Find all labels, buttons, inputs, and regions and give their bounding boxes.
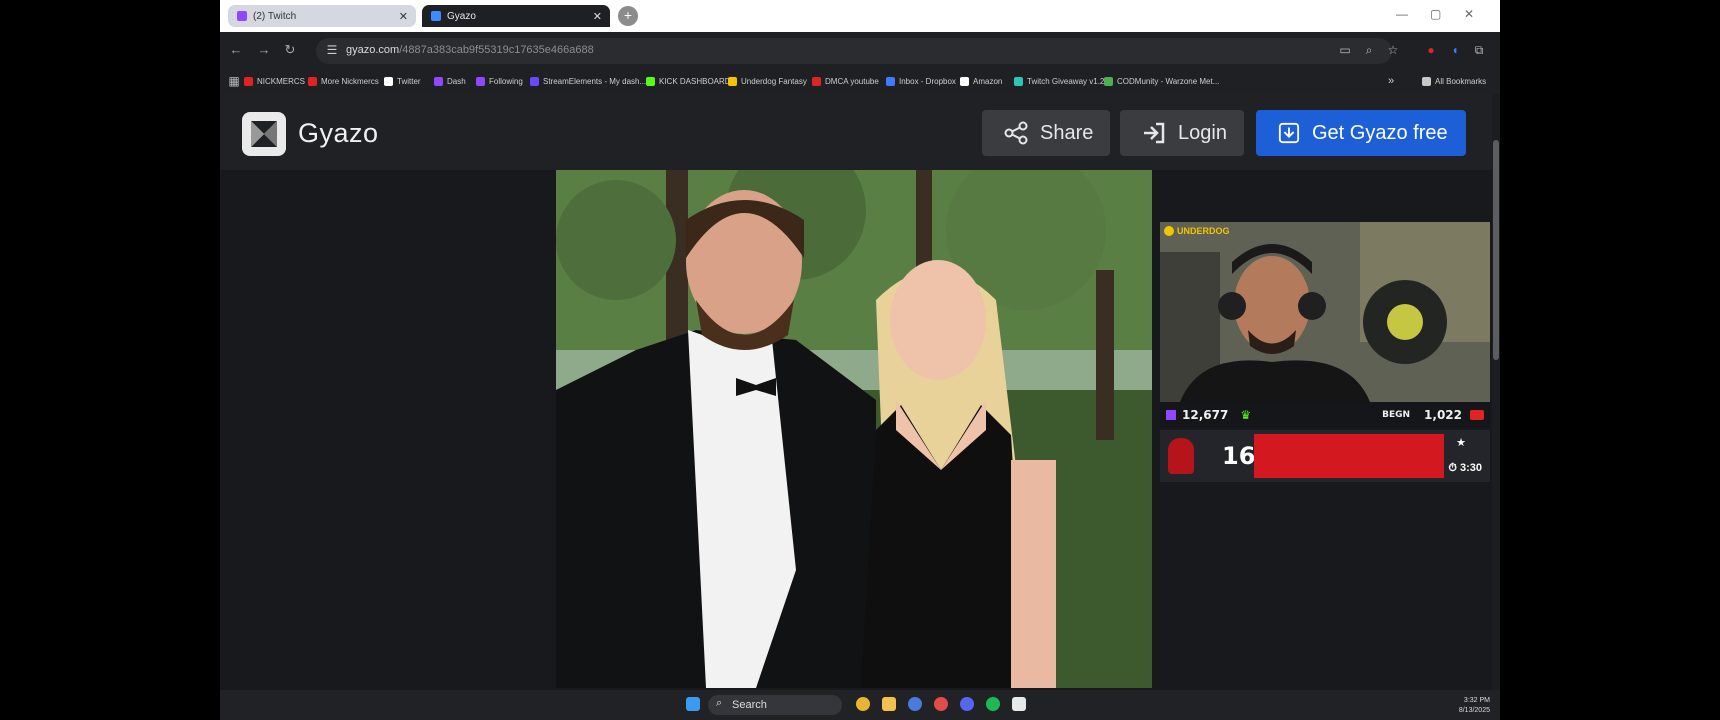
search-icon: ⌕: [716, 697, 723, 709]
all-bookmarks[interactable]: All Bookmarks: [1422, 74, 1486, 88]
bookmark-icon: [812, 76, 821, 86]
get-gyazo-button[interactable]: Get Gyazo free: [1256, 110, 1466, 156]
maximize-icon[interactable]: ▢: [1430, 7, 1441, 21]
spartan-helmet-icon: [1168, 438, 1194, 474]
close-window-icon[interactable]: ✕: [1464, 7, 1474, 21]
site-info-icon[interactable]: ☰: [324, 42, 340, 58]
underdog-icon: [1164, 226, 1174, 236]
document-icon[interactable]: [1012, 697, 1026, 711]
folder-icon: [1422, 76, 1431, 86]
discord-icon[interactable]: [960, 697, 974, 711]
more-bookmarks-icon[interactable]: »: [1388, 74, 1394, 88]
taskbar-clock[interactable]: 3:32 PM 8/13/2025: [1459, 696, 1490, 716]
gyazo-image[interactable]: [556, 170, 1152, 688]
alert-banner: [1254, 434, 1444, 478]
login-button[interactable]: Login: [1120, 110, 1244, 156]
share-icon: [1004, 121, 1028, 145]
bookmark-icon: [728, 76, 737, 86]
gyazo-logo-icon[interactable]: [242, 112, 286, 156]
address-url[interactable]: gyazo.com/4887a383cab9f55319c17635e466a6…: [346, 44, 594, 56]
bookmark-icon: [244, 76, 253, 86]
bookmark-item[interactable]: NICKMERCS: [244, 74, 305, 88]
extensions-icon[interactable]: ⧉: [1471, 42, 1487, 58]
bookmark-item[interactable]: Twitch Giveaway v1.2: [1014, 74, 1104, 88]
share-button[interactable]: Share: [982, 110, 1110, 156]
cast-icon[interactable]: ▭: [1337, 42, 1353, 58]
share-label: Share: [1040, 121, 1094, 144]
extension-red-icon[interactable]: ●: [1423, 42, 1439, 58]
bookmark-item[interactable]: Dash: [434, 74, 466, 88]
twitch-icon: [237, 11, 247, 21]
bookmark-item[interactable]: StreamElements - My dash...: [530, 74, 646, 88]
twitch-icon: [1166, 410, 1176, 420]
bookmark-icon: [1104, 76, 1113, 86]
alert-widget: 168 ★ ⏱ 3:30: [1160, 430, 1490, 482]
gyazo-icon: [431, 11, 441, 21]
viewer-count: 1,022: [1424, 408, 1462, 422]
bookmark-icon: [384, 76, 393, 86]
apps-grid-icon[interactable]: ▦: [226, 73, 242, 89]
forward-icon[interactable]: →: [254, 40, 274, 60]
bookmark-icon: [1014, 76, 1023, 86]
taskbar-search[interactable]: [708, 695, 842, 715]
bookmark-item[interactable]: Twitter: [384, 74, 421, 88]
login-icon: [1144, 122, 1165, 144]
tab-label: Gyazo: [447, 10, 476, 22]
bookmark-icon: [886, 76, 895, 86]
close-icon[interactable]: ✕: [593, 10, 602, 23]
bookmark-item[interactable]: DMCA youtube: [812, 74, 879, 88]
bookmark-item[interactable]: More Nickmercs: [308, 74, 379, 88]
gyazo-logo-text[interactable]: Gyazo: [298, 118, 379, 149]
bookmark-icon: [434, 76, 443, 86]
windows-start-icon[interactable]: [686, 697, 700, 711]
stream-stats-bar: 12,677 ♛ BEGN 1,022: [1160, 402, 1490, 428]
bookmark-icon: [960, 76, 969, 86]
bookmark-star-icon[interactable]: ☆: [1385, 42, 1401, 58]
new-tab-button[interactable]: +: [618, 6, 638, 26]
sponsor-badge: UNDERDOG: [1164, 226, 1230, 236]
file-explorer-icon[interactable]: [882, 697, 896, 711]
bookmark-icon: [530, 76, 539, 86]
follower-count: 12,677: [1182, 408, 1229, 422]
tab-twitch[interactable]: (2) Twitch ✕: [228, 5, 416, 27]
webcam-feed: [1160, 222, 1490, 402]
get-gyazo-label: Get Gyazo free: [1312, 121, 1448, 144]
close-icon[interactable]: ✕: [399, 10, 408, 23]
bookmark-item[interactable]: Following: [476, 74, 523, 88]
bookmark-item[interactable]: Inbox - Dropbox: [886, 74, 956, 88]
youtube-icon: [1470, 410, 1484, 420]
extension-audio-icon[interactable]: ◖: [1447, 42, 1463, 58]
bookmark-icon: [476, 76, 485, 86]
star-icon: ★: [1456, 437, 1466, 449]
login-label: Login: [1178, 121, 1227, 144]
minimize-icon[interactable]: —: [1396, 7, 1408, 21]
scrollbar-thumb[interactable]: [1493, 140, 1499, 360]
bookmark-item[interactable]: Underdog Fantasy: [728, 74, 807, 88]
bookmark-icon: [308, 76, 317, 86]
screen-recording: (2) Twitch ✕ Gyazo ✕ + — ▢ ✕ ← → ↻ ☰ gya…: [220, 0, 1500, 720]
bookmark-item[interactable]: Amazon: [960, 74, 1002, 88]
back-icon[interactable]: ←: [226, 40, 246, 60]
browser-tabstrip: (2) Twitch ✕ Gyazo ✕ + — ▢ ✕: [220, 0, 1500, 32]
reload-icon[interactable]: ↻: [280, 40, 300, 60]
tab-gyazo[interactable]: Gyazo ✕: [422, 5, 610, 27]
stream-timer: ⏱ 3:30: [1448, 462, 1482, 474]
bookmark-icon: [646, 76, 655, 86]
obs-icon[interactable]: [934, 697, 948, 711]
crown-icon: ♛: [1240, 408, 1252, 422]
bookmark-item[interactable]: CODMunity - Warzone Met...: [1104, 74, 1219, 88]
download-icon: [1278, 122, 1300, 144]
bookmark-item[interactable]: KICK DASHBOARD: [646, 74, 731, 88]
chrome-icon[interactable]: [856, 697, 870, 711]
app-icon[interactable]: [908, 697, 922, 711]
spotify-icon[interactable]: [986, 697, 1000, 711]
tab-label: (2) Twitch: [253, 10, 297, 22]
taskbar-search-label: Search: [732, 699, 767, 711]
zoom-icon[interactable]: ⌕: [1361, 42, 1377, 58]
channel-tag: BEGN: [1382, 410, 1411, 420]
